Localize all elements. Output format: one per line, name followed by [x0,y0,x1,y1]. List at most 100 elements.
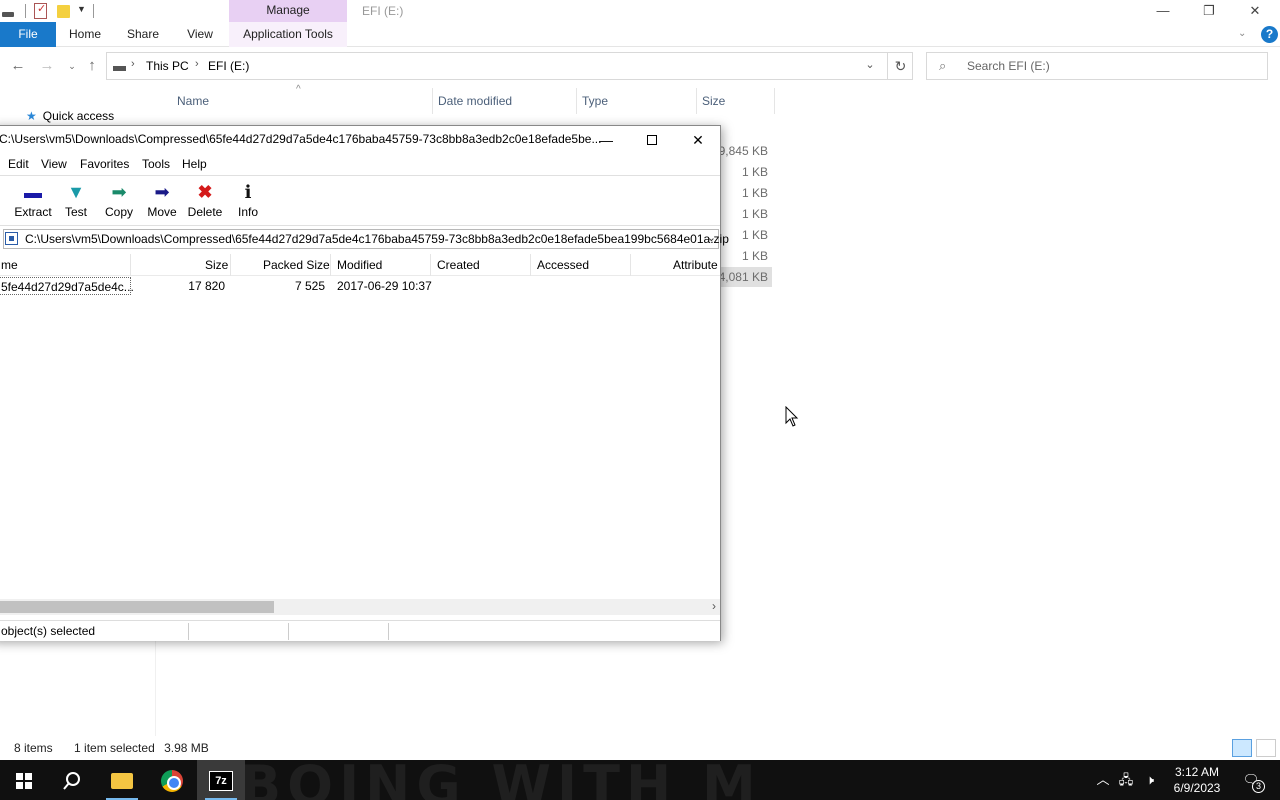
address-bar[interactable]: › This PC › EFI (E:) ⌄ ↻ [106,52,913,80]
column-separator[interactable] [630,254,631,276]
selection-status: object(s) selected [1,624,96,638]
manage-contextual-tab[interactable]: Manage [229,0,347,22]
expand-ribbon-icon[interactable]: ⌄ [1238,28,1252,39]
delete-button[interactable]: ✖ Delete [183,180,227,224]
search-box[interactable]: ⌕ Search EFI (E:) [926,52,1268,80]
window-title: EFI (E:) [362,4,404,18]
7zip-status-bar: object(s) selected [0,620,720,641]
column-separator[interactable] [230,254,231,276]
7zip-toolbar: Extract ▼ Test ➡ Copy ➡ Move ✖ Delete ℹ … [0,176,720,226]
network-icon[interactable]: 🖧 [1116,760,1136,800]
tab-view[interactable]: View [178,22,222,47]
taskbar-file-explorer[interactable] [98,760,146,800]
nav-pane-divider [155,640,156,736]
scrollbar-thumb[interactable] [0,601,274,613]
start-button[interactable] [0,760,48,800]
minimize-button[interactable]: — [1140,0,1186,22]
clock-time: 3:12 AM [1174,765,1220,779]
file-name-cell[interactable]: 5fe44d27d29d7a5de4c... [0,277,134,295]
chevron-right-icon[interactable]: › [195,58,199,70]
close-button[interactable]: ✕ [675,126,721,154]
taskbar-7zip[interactable]: 7z [197,760,245,800]
clock-date: 6/9/2023 [1173,781,1221,795]
column-separator[interactable] [130,254,131,276]
navigation-bar: ← → ⌄ ↑ › This PC › EFI (E:) ⌄ ↻ ⌕ Searc… [0,48,1280,84]
breadcrumb-efi[interactable]: EFI (E:) [208,59,249,73]
maximize-button[interactable] [629,126,675,154]
menu-tools[interactable]: Tools [142,157,170,171]
7zip-file-manager-window: C:\Users\vm5\Downloads\Compressed\65fe44… [0,125,729,641]
close-button[interactable]: ✕ [1232,0,1278,22]
menu-favorites[interactable]: Favorites [80,157,129,171]
breadcrumb-this-pc[interactable]: This PC [146,59,189,73]
table-row[interactable]: 5fe44d27d29d7a5de4c... 17 820 7 525 2017… [0,276,720,296]
extract-button[interactable]: Extract [11,180,55,224]
horizontal-scrollbar[interactable]: › [0,599,720,615]
refresh-icon[interactable]: ↻ [887,53,913,79]
sort-ascending-icon: ^ [296,84,301,95]
tab-application-tools[interactable]: Application Tools [229,22,347,47]
archive-icon [5,232,18,245]
column-separator[interactable] [530,254,531,276]
back-arrow-icon[interactable]: ← [9,57,27,75]
column-separator[interactable] [696,88,697,114]
tab-share[interactable]: Share [120,22,166,47]
extract-icon [11,180,55,204]
taskbar-chrome[interactable] [148,760,196,800]
menu-help[interactable]: Help [182,157,207,171]
column-modified[interactable]: Modified [337,258,382,272]
column-separator[interactable] [576,88,577,114]
drive-icon [113,66,126,71]
large-icons-view-icon[interactable] [1256,739,1276,757]
selection-size: 3.98 MB [164,741,209,755]
tab-file[interactable]: File [0,22,56,47]
menu-view[interactable]: View [41,157,67,171]
column-type[interactable]: Type [582,88,608,114]
info-icon: ℹ [244,182,252,202]
column-name[interactable]: me [1,258,18,272]
test-button[interactable]: ▼ Test [54,180,98,224]
chevron-right-icon[interactable]: › [131,58,135,70]
nav-quick-access[interactable]: ★ Quick access [26,109,114,123]
scroll-right-icon[interactable]: › [712,599,716,613]
menu-edit[interactable]: Edit [8,157,29,171]
volume-muted-icon[interactable]: 🕨 [1140,760,1160,800]
column-size[interactable]: Size [702,88,725,114]
details-view-icon[interactable] [1232,739,1252,757]
clock[interactable]: 3:12 AM 6/9/2023 [1166,764,1228,798]
7zip-titlebar[interactable]: C:\Users\vm5\Downloads\Compressed\65fe44… [0,126,720,154]
column-packed-size[interactable]: Packed Size [263,258,330,272]
column-name[interactable]: Name [177,88,209,114]
show-hidden-icons-chevron-icon[interactable]: ︿ [1094,760,1112,800]
column-attributes[interactable]: Attribute [673,258,718,272]
column-separator[interactable] [330,254,331,276]
address-dropdown-icon[interactable]: ⌄ [861,58,879,71]
tab-home[interactable]: Home [62,22,108,47]
column-separator[interactable] [774,88,775,114]
action-center-button[interactable]: 🗨 3 [1236,760,1266,800]
help-icon[interactable]: ? [1261,26,1278,43]
recent-locations-icon[interactable]: ⌄ [63,57,81,75]
copy-button[interactable]: ➡ Copy [97,180,141,224]
move-button[interactable]: ➡ Move [140,180,184,224]
move-icon: ➡ [154,182,170,202]
minimize-button[interactable]: — [583,126,629,154]
column-created[interactable]: Created [437,258,480,272]
new-folder-icon[interactable] [57,5,70,18]
modified-date: 2017-06-29 10:37 [337,279,432,293]
column-size[interactable]: Size [205,258,228,272]
info-button[interactable]: ℹ Info [226,180,270,224]
column-separator[interactable] [432,88,433,114]
up-arrow-icon[interactable]: ↑ [83,57,101,75]
7zip-path-combobox[interactable]: C:\Users\vm5\Downloads\Compressed\65fe44… [3,229,729,249]
column-accessed[interactable]: Accessed [537,258,589,272]
taskbar-search-button[interactable] [48,760,96,800]
properties-icon[interactable] [34,2,47,19]
column-separator[interactable] [430,254,431,276]
restore-button[interactable]: ❐ [1186,0,1232,22]
qa-separator [93,4,94,18]
column-date-modified[interactable]: Date modified [438,88,512,114]
chevron-down-icon[interactable]: ⌄ [707,231,716,244]
customize-quick-access-icon[interactable]: ▼ [77,4,87,20]
forward-arrow-icon[interactable]: → [38,57,56,75]
